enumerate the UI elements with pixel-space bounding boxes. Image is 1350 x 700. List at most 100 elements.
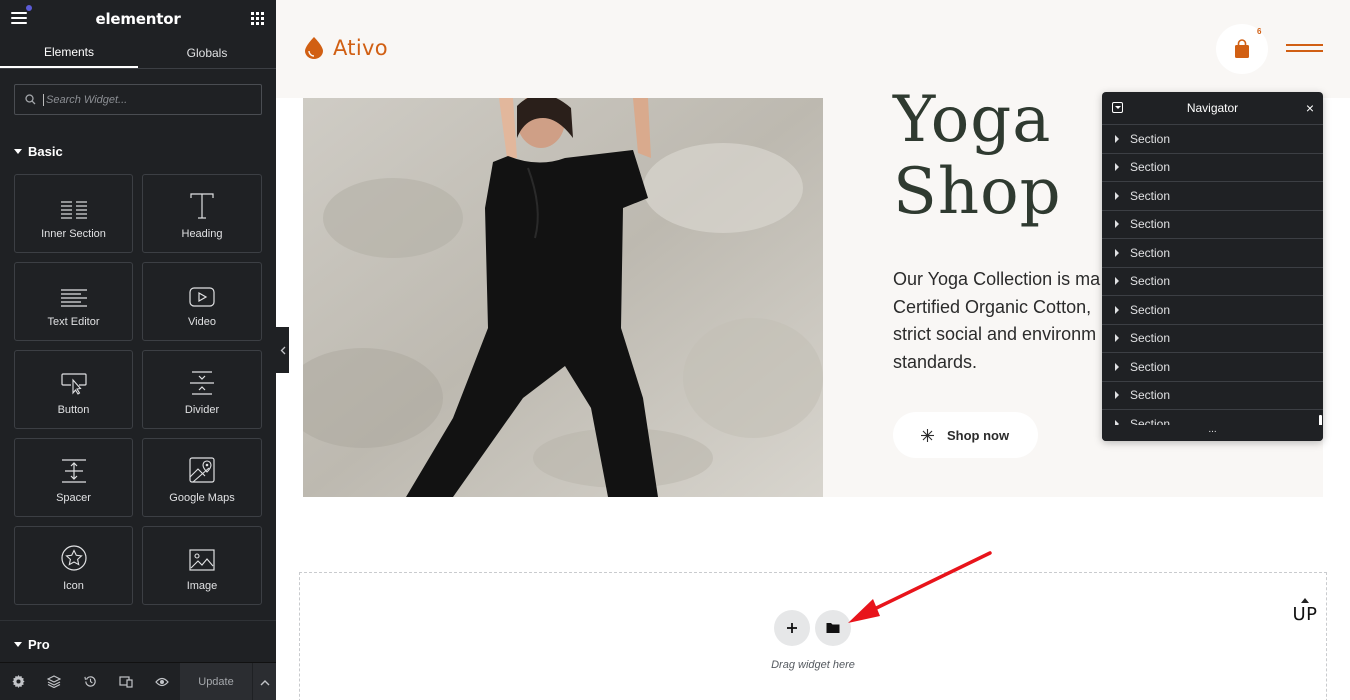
widget-spacer[interactable]: Spacer xyxy=(14,438,133,517)
navigator-item-section[interactable]: Section xyxy=(1102,325,1323,353)
caret-right-icon xyxy=(1115,191,1119,200)
arrow-up-icon xyxy=(1301,598,1309,603)
scroll-up-button[interactable]: UP xyxy=(1290,598,1320,625)
caret-right-icon xyxy=(1115,362,1119,371)
shop-now-label: Shop now xyxy=(947,427,1010,443)
widget-label: Inner Section xyxy=(41,228,106,240)
add-section-button[interactable] xyxy=(774,610,810,646)
yoga-model-photo xyxy=(303,98,823,497)
preview-button[interactable] xyxy=(144,663,180,700)
navigator-item-section[interactable]: Section xyxy=(1102,268,1323,296)
tab-globals[interactable]: Globals xyxy=(138,37,276,68)
navigator-item-section[interactable]: Section xyxy=(1102,239,1323,268)
navigator-item-label: Section xyxy=(1130,188,1171,203)
panel-header: elementor xyxy=(0,0,276,37)
category-basic-label: Basic xyxy=(28,144,63,159)
navigator-scrollbar[interactable] xyxy=(1319,415,1322,425)
menu-icon[interactable] xyxy=(11,5,32,25)
spacer-icon xyxy=(61,459,86,483)
menu-toggle-button[interactable] xyxy=(1286,44,1323,53)
hero-title-line-1: Yoga xyxy=(893,83,1052,157)
category-basic[interactable]: Basic xyxy=(14,144,63,159)
hero-text-line: Our Yoga Collection is ma xyxy=(893,269,1101,289)
chevron-up-icon xyxy=(260,679,269,685)
navigator-item-section[interactable]: Section xyxy=(1102,211,1323,239)
navigator-resize-handle[interactable]: ... xyxy=(1102,425,1323,441)
brand-name: Ativo xyxy=(333,36,388,60)
navigator-item-section[interactable]: Section xyxy=(1102,182,1323,211)
history-icon xyxy=(83,676,96,687)
update-options-button[interactable] xyxy=(252,663,276,700)
widget-icon[interactable]: Icon xyxy=(14,526,133,605)
navigator-list: Section Section Section Section Section … xyxy=(1102,125,1323,425)
chevron-left-icon xyxy=(280,346,285,354)
navigator-item-label: Section xyxy=(1130,359,1171,374)
navigator-title: Navigator xyxy=(1186,101,1239,115)
caret-right-icon xyxy=(1115,220,1119,229)
cart-count-badge: 6 xyxy=(1257,27,1262,36)
navigator-item-section[interactable]: Section xyxy=(1102,154,1323,182)
divider xyxy=(0,620,276,621)
navigator-item-label: Section xyxy=(1130,302,1171,317)
collapse-all-icon[interactable] xyxy=(1112,102,1123,113)
search-widget-input[interactable] xyxy=(43,93,253,106)
drag-widget-hint: Drag widget here xyxy=(771,659,855,671)
layers-icon xyxy=(47,675,61,688)
widget-label: Button xyxy=(57,404,90,416)
navigator-item-label: Section xyxy=(1130,245,1171,260)
hero-title: Yoga Shop xyxy=(893,84,1062,228)
hero-title-line-2: Shop xyxy=(893,155,1062,229)
scroll-up-label: UP xyxy=(1292,604,1318,625)
site-logo[interactable]: Ativo xyxy=(304,36,388,60)
history-button[interactable] xyxy=(72,663,108,700)
widget-label: Video xyxy=(188,316,216,328)
search-icon xyxy=(25,94,36,105)
widget-heading[interactable]: Heading xyxy=(142,174,262,253)
elementor-panel: elementor Elements Globals Basic Inner S… xyxy=(0,0,276,700)
hero-text-line: Certified Organic Cotton, xyxy=(893,296,1092,317)
caret-right-icon xyxy=(1115,248,1119,257)
navigator-item-label: Section xyxy=(1130,217,1171,232)
responsive-icon xyxy=(119,675,133,688)
widget-inner-section[interactable]: Inner Section xyxy=(14,174,133,253)
navigator-item-section[interactable]: Section xyxy=(1102,353,1323,382)
navigator-item-section[interactable]: Section xyxy=(1102,125,1323,154)
eye-icon xyxy=(155,677,169,686)
panel-tabs: Elements Globals xyxy=(0,37,276,69)
navigator-panel: Navigator × Section Section Section Sect… xyxy=(1102,92,1323,441)
navigator-item-label: Section xyxy=(1130,274,1171,289)
navigator-button[interactable] xyxy=(36,663,72,700)
update-button[interactable]: Update xyxy=(180,663,252,700)
panel-collapse-button[interactable] xyxy=(276,327,289,373)
widget-grid: Inner Section Heading Text Editor Video … xyxy=(14,174,262,605)
widget-button[interactable]: Button xyxy=(14,350,133,429)
add-template-button[interactable] xyxy=(815,610,851,646)
responsive-mode-button[interactable] xyxy=(108,663,144,700)
hero-text-line: standards. xyxy=(893,351,978,372)
shop-now-button[interactable]: Shop now xyxy=(893,412,1038,458)
button-icon xyxy=(60,373,87,395)
tab-elements[interactable]: Elements xyxy=(0,37,138,68)
widget-divider[interactable]: Divider xyxy=(142,350,262,429)
hero-photo xyxy=(303,98,823,497)
widget-text-editor[interactable]: Text Editor xyxy=(14,262,133,341)
close-icon[interactable]: × xyxy=(1306,101,1314,115)
hero-text-line: strict social and environm xyxy=(893,324,1097,344)
navigator-item-section[interactable]: Section xyxy=(1102,382,1323,410)
sparkle-icon xyxy=(921,428,934,442)
settings-button[interactable] xyxy=(0,663,36,700)
widget-video[interactable]: Video xyxy=(142,262,262,341)
drop-logo-icon xyxy=(305,37,323,59)
elementor-editor: elementor Elements Globals Basic Inner S… xyxy=(0,0,1350,700)
navigator-item-section[interactable]: Section xyxy=(1102,296,1323,325)
widget-google-maps[interactable]: Google Maps xyxy=(142,438,262,517)
plus-icon xyxy=(787,623,797,633)
notification-dot xyxy=(26,5,32,11)
widgets-grid-icon[interactable] xyxy=(251,12,264,25)
navigator-item-section[interactable]: Section xyxy=(1102,410,1323,425)
divider-icon xyxy=(190,371,214,395)
navigator-header: Navigator × xyxy=(1102,92,1323,125)
category-pro[interactable]: Pro xyxy=(14,637,50,652)
widget-image[interactable]: Image xyxy=(142,526,262,605)
widget-label: Google Maps xyxy=(169,492,235,504)
